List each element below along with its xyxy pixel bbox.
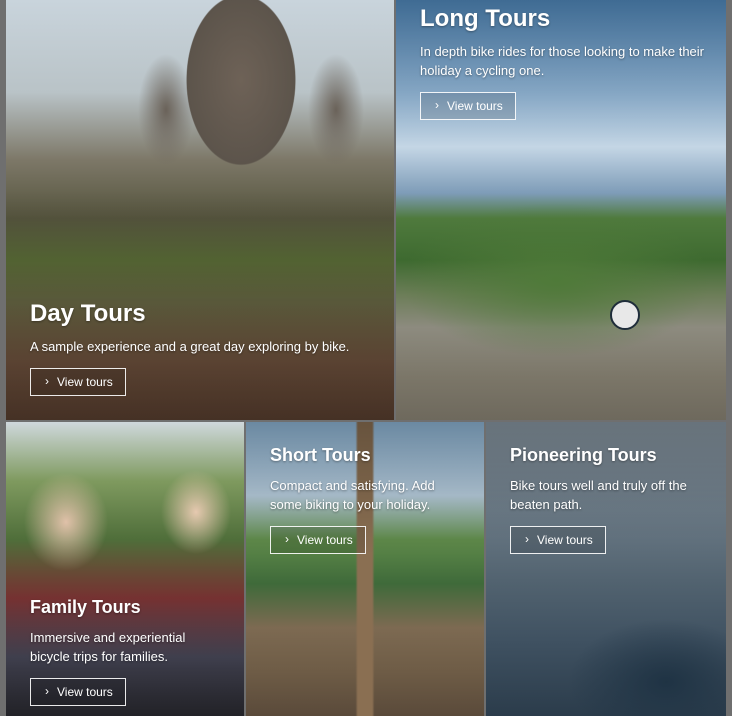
tile-family-tours[interactable]: Family Tours Immersive and experiential …: [6, 422, 244, 716]
view-tours-button[interactable]: › View tours: [510, 525, 606, 554]
tile-title: Long Tours: [420, 5, 551, 32]
tile-title: Pioneering Tours: [510, 445, 657, 465]
button-label: View tours: [297, 532, 353, 547]
tile-description: In depth bike rides for those looking to…: [420, 44, 704, 79]
tile-pioneering-tours[interactable]: Pioneering Tours Bike tours well and tru…: [486, 422, 726, 716]
tile-title: Family Tours: [30, 597, 141, 618]
chevron-right-icon: ›: [525, 531, 529, 546]
chevron-right-icon: ›: [45, 374, 49, 388]
tile-description: A sample experience and a great day expl…: [30, 339, 350, 354]
tile-description: Immersive and experiential bicycle trips…: [30, 630, 186, 664]
chevron-right-icon: ›: [45, 684, 49, 698]
view-tours-button[interactable]: › View tours: [270, 525, 366, 554]
view-tours-button[interactable]: › View tours: [420, 92, 516, 121]
button-label: View tours: [447, 99, 503, 114]
tile-title: Day Tours: [30, 299, 146, 327]
cyclist-figure: [610, 300, 640, 330]
chevron-right-icon: ›: [285, 531, 289, 546]
tile-day-tours[interactable]: Day Tours A sample experience and a grea…: [6, 0, 394, 420]
button-label: View tours: [57, 685, 113, 699]
tile-description: Bike tours well and truly off the beaten…: [510, 477, 687, 512]
tile-title: Short Tours: [270, 445, 371, 465]
chevron-right-icon: ›: [435, 98, 439, 113]
tile-long-tours[interactable]: Long Tours In depth bike rides for those…: [396, 0, 726, 420]
view-tours-button[interactable]: › View tours: [30, 678, 126, 706]
button-label: View tours: [57, 375, 113, 389]
tile-short-tours[interactable]: Short Tours Compact and satisfying. Add …: [246, 422, 484, 716]
button-label: View tours: [537, 532, 593, 547]
view-tours-button[interactable]: › View tours: [30, 368, 126, 396]
tile-description: Compact and satisfying. Add some biking …: [270, 477, 435, 512]
